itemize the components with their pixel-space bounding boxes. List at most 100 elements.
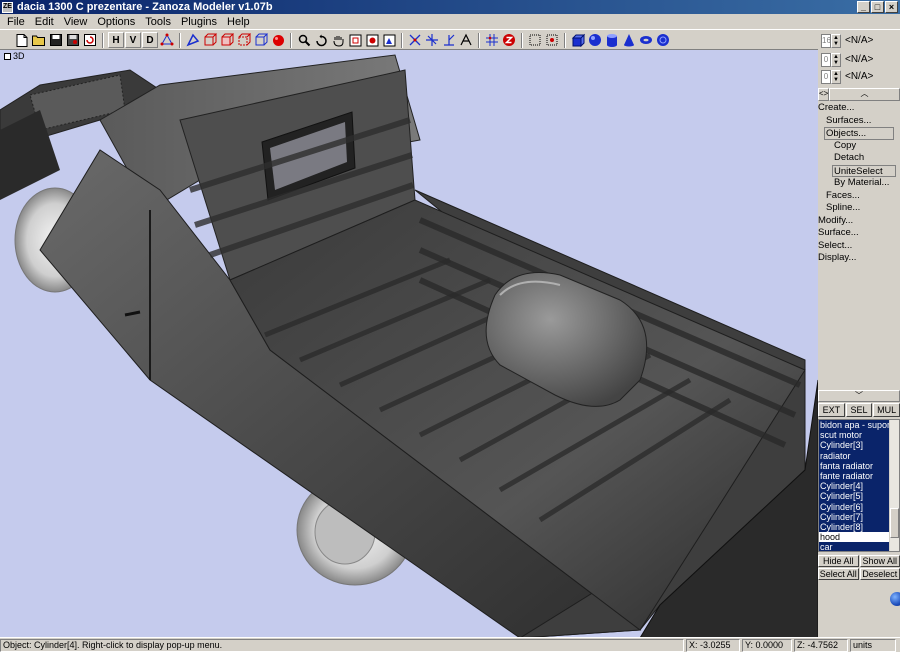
view-h-button[interactable]: H	[108, 32, 124, 48]
rotate-view-icon[interactable]	[313, 32, 329, 48]
zanoza-icon[interactable]	[501, 32, 517, 48]
wire-cube-icon[interactable]	[253, 32, 269, 48]
object-list-item[interactable]: fanta radiator	[819, 460, 889, 471]
status-message: Object: Cylinder[4]. Right-click to disp…	[0, 638, 684, 652]
reload-icon[interactable]	[82, 32, 98, 48]
spinner-value-3[interactable]: 0	[821, 69, 831, 84]
open-folder-icon[interactable]	[31, 32, 47, 48]
object-list-item[interactable]: scut motor	[819, 430, 889, 441]
create-cylinder-icon[interactable]	[604, 32, 620, 48]
dotted-select-icon[interactable]	[527, 32, 543, 48]
tree-item-surfaces[interactable]: Surfaces...	[818, 115, 900, 128]
face-mode-icon[interactable]	[202, 32, 218, 48]
tree-item-by-material[interactable]: By Material...	[818, 177, 900, 190]
rotate-tool-icon[interactable]	[424, 32, 440, 48]
tree-item-surface[interactable]: Surface...	[818, 227, 900, 240]
create-geosphere-icon[interactable]	[655, 32, 671, 48]
center-select-icon[interactable]	[544, 32, 560, 48]
scroll-up-button[interactable]: ︿	[829, 88, 900, 101]
edge-mode-icon[interactable]	[185, 32, 201, 48]
camera-view-icon[interactable]	[381, 32, 397, 48]
tree-item-uniteselect[interactable]: UniteSelect	[832, 164, 896, 177]
create-cone-icon[interactable]	[621, 32, 637, 48]
create-torus-icon[interactable]	[638, 32, 654, 48]
tree-item-spline[interactable]: Spline...	[818, 202, 900, 215]
tree-item-create[interactable]: Create...	[818, 102, 900, 115]
object-list-item[interactable]: Cylinder[7]	[819, 511, 889, 522]
tree-collapse-button[interactable]: <>	[818, 88, 829, 101]
scroll-down-button[interactable]: ﹀	[818, 390, 900, 402]
maximize-button[interactable]: □	[871, 1, 884, 13]
toolbar: H V D	[0, 31, 818, 49]
menu-view[interactable]: View	[59, 14, 93, 30]
tree-item-select[interactable]: Select...	[818, 240, 900, 253]
object-list-item[interactable]: Cylinder[6]	[819, 501, 889, 512]
hide-all-button[interactable]: Hide All	[818, 555, 859, 567]
box-select-icon[interactable]	[236, 32, 252, 48]
object-list[interactable]: bidon apa - suport scut motor Cylinder[3] r…	[818, 419, 900, 552]
list-mode-buttons: EXT SEL MUL	[818, 403, 900, 417]
viewport-corner-icon[interactable]	[4, 52, 11, 60]
deselect-button[interactable]: Deselect	[859, 568, 900, 580]
material-sphere-icon[interactable]	[270, 32, 286, 48]
toolbar-separator	[521, 32, 523, 48]
tree-item-copy[interactable]: Copy	[818, 140, 900, 153]
viewport-3d[interactable]: 3D	[0, 49, 818, 637]
spinner-arrows-1[interactable]: ▲ ▼	[831, 33, 841, 48]
zoom-icon[interactable]	[296, 32, 312, 48]
tree-item-objects[interactable]: Objects...	[824, 127, 894, 140]
object-list-item[interactable]: bidon apa - suport	[819, 420, 889, 431]
save-as-icon[interactable]	[65, 32, 81, 48]
menu-help[interactable]: Help	[222, 14, 255, 30]
object-list-item[interactable]: car	[819, 542, 889, 551]
window-controls: _ □ ×	[857, 1, 898, 13]
object-list-item[interactable]: Cylinder[5]	[819, 491, 889, 502]
create-sphere-icon[interactable]	[587, 32, 603, 48]
new-file-icon[interactable]	[14, 32, 30, 48]
create-box-icon[interactable]	[570, 32, 586, 48]
mul-button[interactable]: MUL	[873, 403, 900, 417]
view-v-button[interactable]: V	[125, 32, 141, 48]
scale-tool-icon[interactable]	[441, 32, 457, 48]
object-list-scrollbar[interactable]	[889, 420, 899, 551]
fit-view-icon[interactable]	[347, 32, 363, 48]
scrollbar-thumb[interactable]	[890, 508, 899, 538]
pan-hand-icon[interactable]	[330, 32, 346, 48]
tree-item-detach[interactable]: Detach	[818, 152, 900, 165]
toolbar-separator	[401, 32, 403, 48]
tree-item-faces[interactable]: Faces...	[818, 190, 900, 203]
tree-item-display[interactable]: Display...	[818, 252, 900, 265]
menu-options[interactable]: Options	[92, 14, 140, 30]
close-button[interactable]: ×	[885, 1, 898, 13]
spinner-arrows-2[interactable]: ▲ ▼	[831, 52, 841, 67]
select-all-button[interactable]: Select All	[818, 568, 859, 580]
object-list-item[interactable]: Cylinder[4]	[819, 481, 889, 492]
object-list-item[interactable]: hood	[819, 532, 889, 542]
axis-tool-icon[interactable]	[458, 32, 474, 48]
render-view-icon[interactable]	[364, 32, 380, 48]
app-icon[interactable]: ZE	[2, 1, 13, 13]
spinner-value-2[interactable]: 0	[821, 52, 831, 67]
sel-button[interactable]: SEL	[845, 403, 873, 417]
ext-button[interactable]: EXT	[818, 403, 845, 417]
object-mode-icon[interactable]	[219, 32, 235, 48]
tree-item-modify[interactable]: Modify...	[818, 215, 900, 228]
object-list-item[interactable]: radiator	[819, 450, 889, 461]
move-tool-icon[interactable]	[407, 32, 423, 48]
minimize-button[interactable]: _	[857, 1, 870, 13]
spinner-value-1[interactable]: 16	[821, 33, 831, 48]
menu-edit[interactable]: Edit	[30, 14, 59, 30]
show-all-button[interactable]: Show All	[859, 555, 900, 567]
view-d-button[interactable]: D	[142, 32, 158, 48]
object-list-item[interactable]: fante radiator	[819, 470, 889, 482]
menu-plugins[interactable]: Plugins	[176, 14, 222, 30]
object-list-item[interactable]: Cylinder[3]	[819, 440, 889, 451]
save-icon[interactable]	[48, 32, 64, 48]
menu-file[interactable]: File	[2, 14, 30, 30]
menu-tools[interactable]: Tools	[140, 14, 176, 30]
right-panel: 16 ▲ ▼ <N/A> 0 ▲ ▼ <N/A> 0 ▲ ▼ <N/A> <> ︿ C…	[818, 30, 900, 637]
vertex-mode-icon[interactable]	[159, 32, 175, 48]
grid-snap-icon[interactable]	[484, 32, 500, 48]
object-list-item[interactable]: Cylinder[8]	[819, 521, 889, 533]
spinner-arrows-3[interactable]: ▲ ▼	[831, 69, 841, 84]
